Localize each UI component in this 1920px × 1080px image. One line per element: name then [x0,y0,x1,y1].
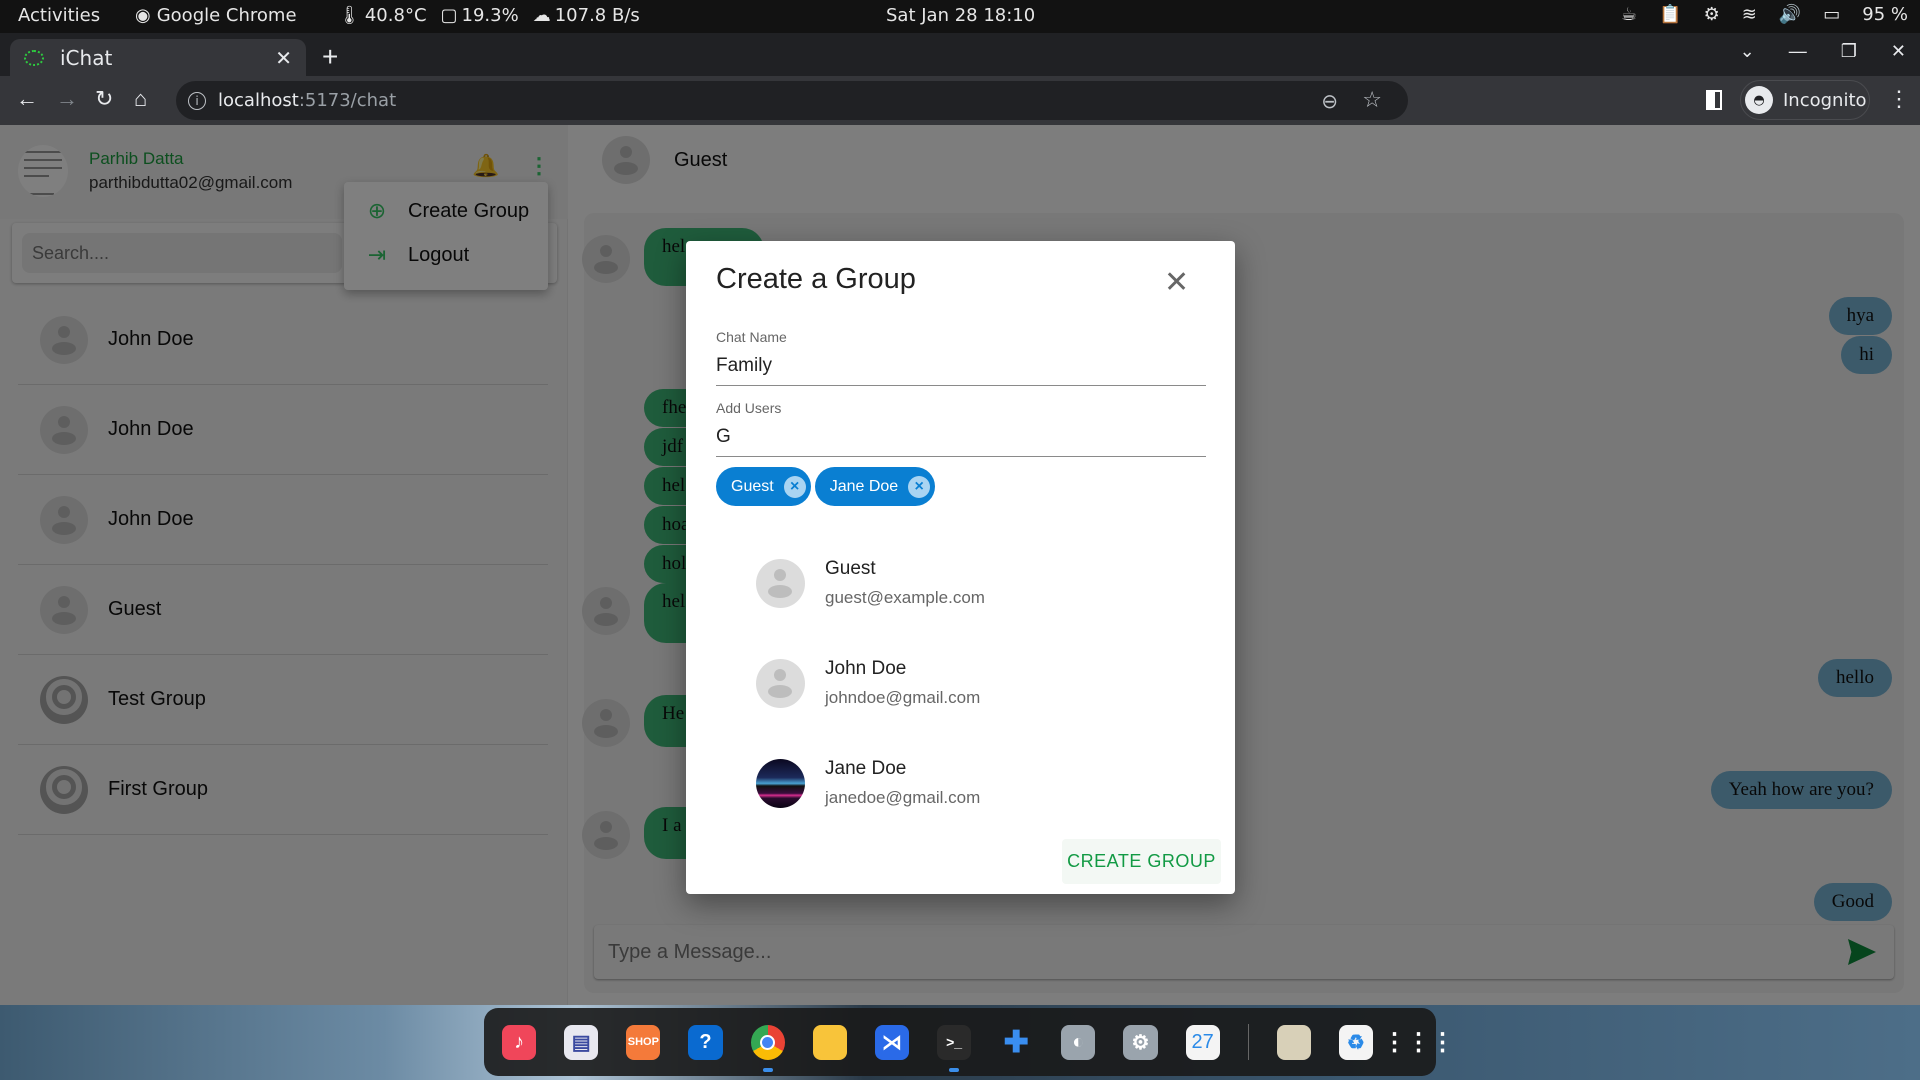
settings-app-icon[interactable]: ⚙ [1123,1024,1158,1060]
chrome-app-icon[interactable] [750,1024,785,1072]
steering-icon[interactable]: ⚙ [1704,4,1720,25]
help-app-icon[interactable]: ? [688,1024,723,1060]
wifi-icon: ≋ [1741,4,1757,25]
forward-icon[interactable]: → [56,86,78,112]
tab-ichat[interactable]: iChat ✕ [10,39,306,76]
chat-name-input[interactable] [716,355,1206,377]
trash-icon[interactable]: ♻ [1338,1024,1373,1060]
system-top-bar: Activities ◉ Google Chrome 🌡 40.8°C ▢ 19.3%… [0,0,1920,33]
dock-separator [1247,1024,1249,1060]
home-icon[interactable]: ⌂ [134,86,147,112]
user-search-results: Guest guest@example.com John Doe johndoe@g… [756,533,1196,833]
calendar-app-icon[interactable]: 27 [1185,1024,1220,1060]
minimize-icon[interactable]: — [1789,41,1807,62]
address-bar[interactable]: i localhost:5173/chat ⊖ ☆ [176,81,1408,120]
create-group-dialog: Create a Group ✕ Chat Name Add Users Gue… [686,241,1235,894]
add-users-input[interactable] [716,426,1206,448]
tab-strip: iChat ✕ + ⌄ — ❐ ✕ [0,33,1920,76]
avatar-image [756,758,805,808]
writer-app-icon[interactable]: ▤ [564,1024,599,1060]
reload-icon[interactable]: ↻ [95,86,113,112]
user-result-item[interactable]: John Doe johndoe@gmail.com [756,633,1196,733]
remove-chip-icon[interactable]: × [908,475,931,498]
add-users-field: Add Users [716,400,1206,457]
files-app-icon[interactable] [812,1024,847,1060]
user-result-item[interactable]: Jane Doe janedoe@gmail.com [756,733,1196,833]
new-tab-button[interactable]: + [322,41,338,73]
activities-button[interactable]: Activities [18,5,100,26]
app-menu[interactable]: ◉ Google Chrome [135,5,297,26]
close-tab-icon[interactable]: ✕ [275,46,292,70]
terminal-app-icon[interactable]: >_ [936,1024,972,1072]
close-dialog-icon[interactable]: ✕ [1164,265,1189,300]
clock[interactable]: Sat Jan 28 18:10 [886,5,1035,26]
browser-toolbar: ← → ↻ ⌂ i localhost:5173/chat ⊖ ☆ ◓ Inco… [0,76,1920,125]
dock: ♪ ▤ SHOP ? ⋊ >_ ✚ ◐ ⚙ 27 ♻ ⋮⋮⋮ [484,1008,1454,1076]
zoom-out-icon[interactable]: ⊖ [1321,89,1338,113]
tweaks-app-icon[interactable]: ◐ [1061,1024,1096,1060]
volume-icon: 🔊 [1778,4,1802,25]
back-icon[interactable]: ← [16,86,38,112]
system-tray[interactable]: ☕ 📋 ⚙ ≋ 🔊 ▭ 95 % [1621,4,1908,25]
vscode-app-icon[interactable]: ⋊ [874,1024,909,1060]
thermometer-icon: 🌡 [338,5,361,26]
download-icon: ☁ [532,5,551,26]
coffee-icon[interactable]: ☕ [1621,4,1637,25]
chat-name-field: Chat Name [716,329,1206,386]
incognito-profile-button[interactable]: ◓ Incognito [1740,80,1870,120]
cpu-icon: ▢ [440,5,458,26]
dialog-title: Create a Group [716,263,916,295]
show-applications-icon[interactable]: ⋮⋮⋮ [1382,1025,1454,1060]
battery-icon: ▭ [1823,4,1841,25]
favicon-icon [24,49,44,66]
user-chip: Guest × [716,467,811,506]
bookmark-star-icon[interactable]: ☆ [1362,88,1382,113]
side-panel-icon[interactable] [1706,90,1722,110]
tab-search-icon[interactable]: ⌄ [1740,41,1755,62]
clipboard-icon[interactable]: 📋 [1659,4,1681,25]
avatar-icon [756,658,805,708]
restore-icon[interactable]: ❐ [1841,41,1857,62]
chrome-menu-icon[interactable]: ⋮ [1888,86,1910,112]
selected-users: Guest × Jane Doe × [716,467,936,506]
chrome-icon: ◉ [135,5,151,26]
user-result-item[interactable]: Guest guest@example.com [756,533,1196,633]
remove-chip-icon[interactable]: × [783,475,806,498]
system-monitor: 🌡 40.8°C ▢ 19.3% ☁ 107.8 B/s [338,5,640,26]
close-window-icon[interactable]: ✕ [1891,41,1906,62]
disks-app-icon[interactable] [1276,1024,1311,1060]
user-chip: Jane Doe × [814,467,936,506]
extensions-app-icon[interactable]: ✚ [999,1025,1033,1060]
music-app-icon[interactable]: ♪ [502,1024,537,1060]
software-app-icon[interactable]: SHOP [626,1024,661,1060]
site-info-icon[interactable]: i [188,91,206,110]
avatar-icon [756,558,805,608]
create-group-button[interactable]: CREATE GROUP [1062,839,1221,884]
incognito-icon: ◓ [1745,86,1773,114]
battery-level: 95 % [1862,4,1908,25]
